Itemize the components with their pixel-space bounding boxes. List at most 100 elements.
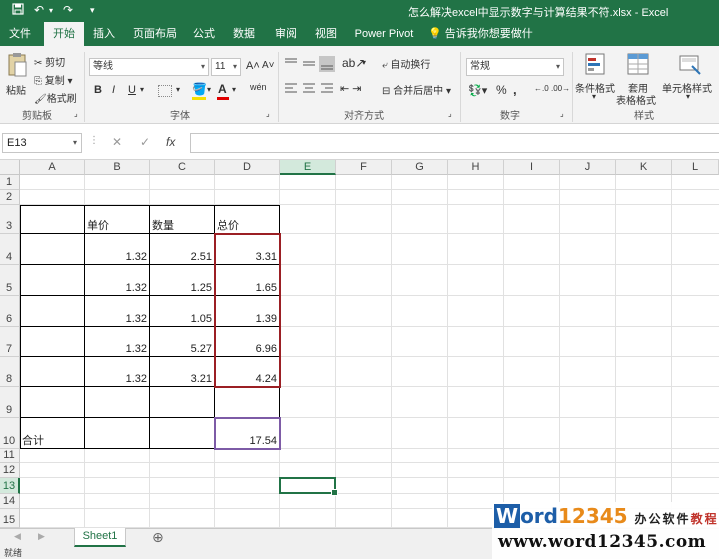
orientation-dropdown-icon[interactable]: ▾ [362,58,366,67]
comma-button[interactable]: , [513,82,517,97]
select-all-corner[interactable] [0,160,20,175]
row-header-5[interactable]: 5 [0,265,20,296]
row-header-8[interactable]: 8 [0,357,20,387]
save-icon[interactable] [12,3,24,18]
cell-b8[interactable]: 1.32 [87,373,147,385]
cell-b6[interactable]: 1.32 [87,313,147,325]
sheet-tab-sheet1[interactable]: Sheet1 [74,528,126,547]
undo-dropdown-icon[interactable]: ▾ [49,6,53,15]
column-header-f[interactable]: F [336,160,392,175]
merge-center-button[interactable]: ⊟ 合并后居中 ▾ [382,82,451,97]
column-header-d[interactable]: D [215,160,280,175]
cell-b4[interactable]: 1.32 [87,251,147,263]
fill-color-dropdown-icon[interactable]: ▾ [207,85,211,94]
horizontal-align-icons[interactable] [284,82,340,94]
row-header-7[interactable]: 7 [0,327,20,357]
column-header-i[interactable]: I [504,160,560,175]
accounting-format-icon[interactable]: 💱▾ [468,84,487,97]
tab-insert[interactable]: 插入 [86,22,122,46]
column-header-h[interactable]: H [448,160,504,175]
row-header-11[interactable]: 11 [0,449,20,463]
column-header-e[interactable]: E [280,160,336,175]
row-header-10[interactable]: 10 [0,418,20,449]
cell-d3[interactable]: 总价 [217,220,277,232]
copy-button[interactable]: ⎘ 复制 ▾ [34,72,73,87]
increase-font-icon[interactable]: A˄ [246,60,260,72]
enter-icon[interactable]: ✓ [140,135,150,149]
decrease-decimal-icon[interactable]: .00→ [551,84,570,93]
column-header-a[interactable]: A [20,160,85,175]
number-launcher-icon[interactable]: ⌟ [560,109,564,118]
row-header-13[interactable]: 13 [0,478,20,494]
undo-icon[interactable]: ↶ [34,3,44,17]
tab-formulas[interactable]: 公式 [186,22,222,46]
paste-button[interactable]: 粘贴 [4,52,30,102]
format-as-table-button[interactable]: 套用 表格格式 [614,52,660,107]
scroll-left-icon[interactable]: ◀ [14,531,21,542]
column-header-c[interactable]: C [150,160,215,175]
cell-c6[interactable]: 1.05 [152,313,212,325]
percent-button[interactable]: % [496,83,507,97]
clipboard-launcher-icon[interactable]: ⌟ [74,109,78,118]
alignment-launcher-icon[interactable]: ⌟ [448,109,452,118]
format-painter-button[interactable]: 🖌格式刷 [34,90,77,105]
cell-b3[interactable]: 单价 [87,220,147,232]
tab-data[interactable]: 数据 [226,22,262,46]
cancel-icon[interactable]: ✕ [112,135,122,149]
row-header-15[interactable]: 15 [0,509,20,528]
add-sheet-icon[interactable]: ⊕ [152,529,164,546]
column-header-j[interactable]: J [560,160,616,175]
customize-quick-access-icon[interactable]: ▾ [90,5,95,16]
row-header-6[interactable]: 6 [0,296,20,327]
row-header-14[interactable]: 14 [0,494,20,509]
font-color-dropdown-icon[interactable]: ▾ [232,85,236,94]
font-size-select[interactable]: 11 ▾ [211,58,241,76]
cell-c7[interactable]: 5.27 [152,343,212,355]
formula-input[interactable] [190,133,719,153]
row-header-1[interactable]: 1 [0,175,20,190]
number-format-select[interactable]: 常规 ▾ [466,58,564,76]
phonetic-icon[interactable]: wén [250,82,267,92]
borders-icon[interactable] [158,85,172,97]
font-name-select[interactable]: 等线 ▾ [89,58,209,76]
active-cell-e13[interactable] [279,477,338,496]
redo-icon[interactable]: ↷ [63,3,73,17]
column-header-b[interactable]: B [85,160,150,175]
underline-dropdown-icon[interactable]: ▾ [140,85,144,94]
wrap-text-button[interactable]: ⤶ 自动换行 [382,56,430,71]
tab-file[interactable]: 文件 [2,22,38,46]
tab-home[interactable]: 开始 [44,22,84,46]
cell-b5[interactable]: 1.32 [87,282,147,294]
formula-bar-options-icon[interactable]: ⋮ [89,135,99,146]
vertical-align-icons[interactable] [284,56,336,72]
cell-c3[interactable]: 数量 [152,220,212,232]
column-header-l[interactable]: L [672,160,719,175]
tab-review[interactable]: 审阅 [268,22,304,46]
row-header-9[interactable]: 9 [0,387,20,418]
italic-button[interactable]: I [112,84,115,96]
fill-color-icon[interactable]: 🪣 [192,82,207,96]
font-launcher-icon[interactable]: ⌟ [266,109,270,118]
bold-button[interactable]: B [94,84,102,96]
cut-button[interactable]: ✂ 剪切 [34,54,65,69]
column-header-k[interactable]: K [616,160,672,175]
tab-view[interactable]: 视图 [308,22,344,46]
row-header-3[interactable]: 3 [0,205,20,234]
font-color-icon[interactable]: A [218,82,227,96]
cell-c5[interactable]: 1.25 [152,282,212,294]
cell-c4[interactable]: 2.51 [152,251,212,263]
tell-me-search[interactable]: 💡 告诉我你想要做什么 [428,22,538,64]
tab-page-layout[interactable]: 页面布局 [128,22,182,46]
insert-function-icon[interactable]: fx [166,135,175,149]
row-header-4[interactable]: 4 [0,234,20,265]
row-header-2[interactable]: 2 [0,190,20,205]
underline-button[interactable]: U [128,84,136,96]
row-header-12[interactable]: 12 [0,463,20,478]
cell-c8[interactable]: 3.21 [152,373,212,385]
cell-a10[interactable]: 合计 [22,435,82,447]
column-header-g[interactable]: G [392,160,448,175]
decrease-font-icon[interactable]: A˅ [262,60,275,71]
cell-styles-button[interactable]: 单元格样式 ▾ [660,52,718,106]
cell-b7[interactable]: 1.32 [87,343,147,355]
name-box[interactable]: E13 ▾ [2,133,82,153]
